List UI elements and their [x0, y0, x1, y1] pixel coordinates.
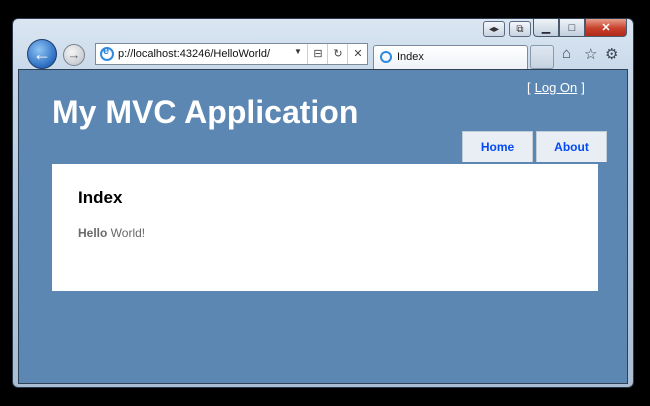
tab-ie-icon [380, 51, 392, 63]
maximize-button[interactable]: □ [559, 19, 585, 37]
restore-tabs-icon[interactable]: ⧉ [509, 21, 531, 37]
favorites-star-icon[interactable]: ☆ [584, 45, 597, 63]
new-tab-button[interactable] [530, 45, 554, 69]
tools-gear-icon[interactable]: ⚙ [605, 45, 618, 63]
message-bold: Hello [78, 226, 108, 240]
main-content: Index Hello World! [52, 164, 598, 291]
caption-buttons: ▁ □ ✕ [533, 19, 627, 39]
stop-icon[interactable]: ✕ [347, 44, 368, 64]
minimize-button[interactable]: ▁ [533, 19, 559, 37]
logon-bracket-open: [ [527, 80, 531, 95]
compatibility-view-icon[interactable]: ⊟ [307, 44, 328, 64]
close-window-button[interactable]: ✕ [585, 19, 627, 37]
browser-tab[interactable]: Index [373, 45, 528, 69]
page-viewport: [ Log On] My MVC Application Home About I… [18, 69, 628, 384]
back-button[interactable]: ← [27, 39, 57, 69]
menu-item-home[interactable]: Home [462, 131, 533, 162]
address-url[interactable]: p://localhost:43246/HelloWorld/ [118, 48, 270, 60]
forward-button[interactable]: → [63, 44, 85, 66]
address-dropdown-icon[interactable]: ▼ [294, 47, 302, 56]
main-menu: Home About [462, 131, 607, 162]
ie-page-icon [100, 45, 114, 61]
hello-message: Hello World! [78, 226, 145, 240]
address-bar[interactable]: p://localhost:43246/HelloWorld/ ▼ ⊟ ↻ ✕ [95, 43, 368, 65]
back-arrow-icon: ← [33, 44, 51, 64]
logon-bracket-close: ] [581, 80, 585, 95]
page-heading: Index [78, 188, 123, 207]
tab-switch-icon[interactable]: ◂▸ [483, 21, 505, 37]
tab-title: Index [397, 51, 424, 63]
home-icon[interactable]: ⌂ [562, 45, 571, 62]
browser-window: ◂▸ ⧉ ▁ □ ✕ ← → p://localhost:43246/Hello… [12, 18, 634, 388]
refresh-icon[interactable]: ↻ [327, 44, 348, 64]
app-title: My MVC Application [52, 94, 359, 130]
message-rest: World! [107, 226, 146, 240]
forward-arrow-icon: → [67, 47, 81, 62]
logon-area: [ Log On] [527, 80, 585, 95]
menu-item-about[interactable]: About [536, 131, 607, 162]
logon-link[interactable]: Log On [535, 80, 578, 95]
